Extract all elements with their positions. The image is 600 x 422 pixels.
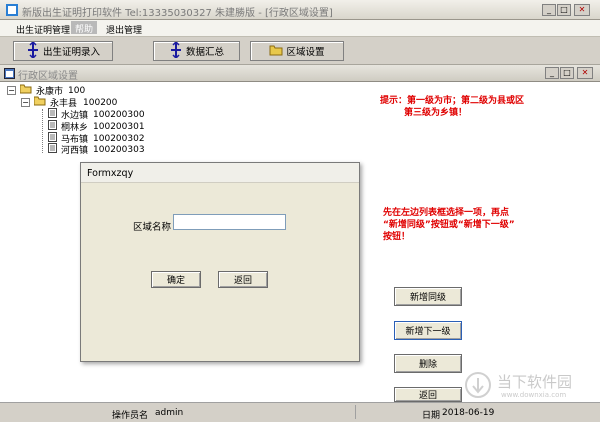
collapse-icon[interactable]: − xyxy=(21,98,30,107)
watermark: 当下软件园 www.downxia.com xyxy=(465,370,595,400)
mdi-minimize-button[interactable]: _ xyxy=(545,67,559,79)
tree-town-code: 100200302 xyxy=(93,133,145,144)
folder-open-icon xyxy=(19,84,32,97)
maximize-button[interactable]: □ xyxy=(557,4,571,16)
mdi-maximize-button[interactable]: □ xyxy=(560,67,574,79)
app-icon xyxy=(5,3,19,17)
status-divider xyxy=(355,405,356,419)
hint-usage-line3: 按钮！ xyxy=(383,232,411,242)
dialog-title: Formxzqy xyxy=(87,168,134,179)
menu-bar: 出生证明管理 帮助 退出管理 xyxy=(0,20,600,37)
watermark-text: 当下软件园 xyxy=(497,373,573,391)
dialog-formxzqy: Formxzqy 区域名称 确定 返回 xyxy=(80,162,360,362)
mdi-close-button[interactable]: ✕ xyxy=(577,67,593,79)
menu-item-exit[interactable]: 退出管理 xyxy=(106,23,142,36)
tree-node-county[interactable]: − 永丰县 100200 xyxy=(21,96,118,109)
watermark-logo-icon xyxy=(465,372,491,401)
hint-usage-line1: 先在左边列表框选择一项，再点 xyxy=(383,208,510,218)
tree-town-code: 100200303 xyxy=(93,144,145,155)
toolbar-button-region[interactable]: 区域设置 xyxy=(250,41,344,61)
close-button[interactable]: ✕ xyxy=(574,4,590,16)
delete-button[interactable]: 删除 xyxy=(394,354,462,373)
mdi-icon xyxy=(4,68,15,79)
collapse-icon[interactable]: − xyxy=(7,86,16,95)
back-button[interactable]: 返回 xyxy=(394,387,462,402)
ok-button[interactable]: 确定 xyxy=(151,271,201,288)
tree-connector-line xyxy=(42,109,43,153)
folder-icon xyxy=(269,44,283,59)
toolbar-button-summary[interactable]: 数据汇总 xyxy=(153,40,240,61)
status-operator-label: 操作员名 xyxy=(112,411,149,421)
toolbar-button-summary-label: 数据汇总 xyxy=(185,47,224,58)
add-same-level-button[interactable]: 新增同级 xyxy=(394,287,462,306)
tree-node-town[interactable]: 河西镇 100200303 xyxy=(48,143,145,156)
folder-open-icon xyxy=(33,96,46,109)
cursor-arrows-icon xyxy=(26,40,40,61)
title-bar: 新版出生证明打印软件 Tel:13335030327 朱建勝版 - [行政区域设… xyxy=(0,0,600,20)
hint-levels: 提示：第一级为市；第二级为县或区 第三级为乡镇！ xyxy=(380,95,590,119)
status-date-label: 日期 xyxy=(422,411,441,421)
region-name-label: 区域名称 xyxy=(133,222,172,233)
tree-node-town[interactable]: 水边镇 100200300 xyxy=(48,108,145,121)
status-bar: 操作员名 admin 日期 2018-06-19 xyxy=(0,402,600,422)
status-date: 2018-06-19 xyxy=(442,408,495,418)
hint-usage: 先在左边列表框选择一项，再点 “新增同级”按钮或“新增下一级” 按钮！ xyxy=(383,207,593,243)
tree-node-town[interactable]: 桐林乡 100200301 xyxy=(48,120,145,133)
cursor-arrows-icon xyxy=(169,40,183,61)
mdi-title: 行政区域设置 xyxy=(18,71,78,82)
menu-item-help[interactable]: 帮助 xyxy=(71,21,98,35)
watermark-url: www.downxia.com xyxy=(501,391,567,399)
window-title: 新版出生证明打印软件 Tel:13335030327 朱建勝版 - [行政区域设… xyxy=(22,8,333,19)
hint-usage-line2: “新增同级”按钮或“新增下一级” xyxy=(383,220,515,230)
minimize-button[interactable]: _ xyxy=(542,4,556,16)
tree-town-code: 100200301 xyxy=(93,121,145,132)
tree-city-code: 100 xyxy=(68,85,86,96)
tree-county-code: 100200 xyxy=(83,97,118,108)
tree-town-name: 河西镇 xyxy=(61,146,89,156)
menu-item-birth-cert[interactable]: 出生证明管理 xyxy=(16,23,70,36)
add-child-level-button[interactable]: 新增下一级 xyxy=(394,321,462,340)
dialog-title-bar: Formxzqy xyxy=(81,163,359,183)
status-operator: admin xyxy=(155,408,184,418)
hint-levels-line1: 提示：第一级为市；第二级为县或区 xyxy=(380,96,525,106)
dialog-back-button[interactable]: 返回 xyxy=(218,271,268,288)
tree-node-city[interactable]: − 永康市 100 xyxy=(7,84,86,97)
document-icon xyxy=(48,143,57,156)
toolbar: 出生证明录入 数据汇总 区域设置 xyxy=(0,37,600,65)
toolbar-button-entry-label: 出生证明录入 xyxy=(42,47,100,58)
toolbar-button-entry[interactable]: 出生证明录入 xyxy=(13,40,113,61)
region-name-input[interactable] xyxy=(173,214,286,230)
hint-levels-line2: 第三级为乡镇！ xyxy=(404,108,468,118)
tree-town-code: 100200300 xyxy=(93,109,145,120)
toolbar-button-region-label: 区域设置 xyxy=(286,47,325,58)
mdi-title-bar: 行政区域设置 _ □ ✕ xyxy=(0,65,600,82)
